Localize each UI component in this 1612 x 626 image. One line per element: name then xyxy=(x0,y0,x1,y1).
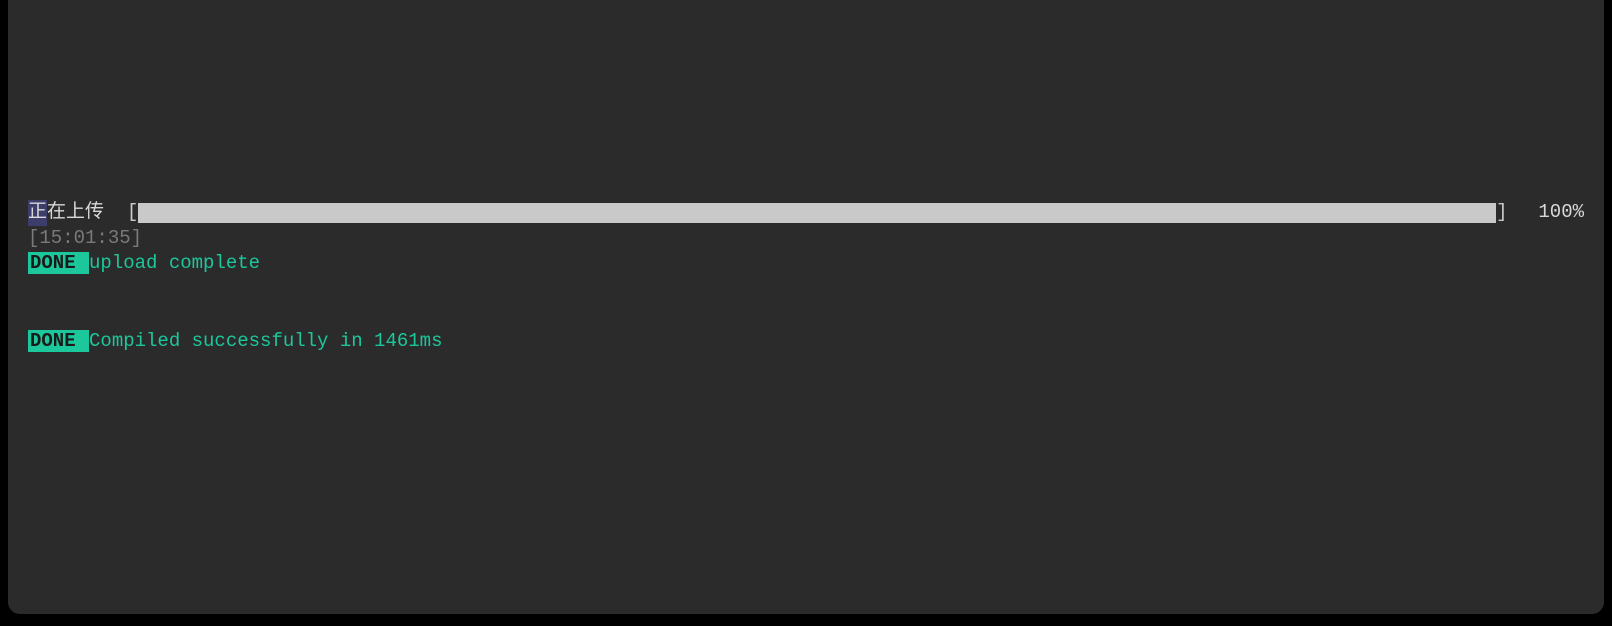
upload-complete-line: DONE upload complete xyxy=(8,251,1604,277)
timestamp-bracket-close: ] xyxy=(131,227,142,249)
timestamp-value: 15:01:35 xyxy=(39,227,130,249)
timestamp-line: [15:01:35] xyxy=(8,226,1604,252)
upload-complete-message: upload complete xyxy=(89,252,260,274)
compiled-line: DONE Compiled successfully in 1461ms xyxy=(8,329,1604,355)
progress-bracket-close: ] xyxy=(1496,200,1519,226)
progress-bar-fill xyxy=(138,203,1496,223)
upload-label: 在上传 xyxy=(47,200,115,226)
progress-bracket-open: [ xyxy=(115,200,138,226)
upload-label-highlight: 正 xyxy=(28,200,47,226)
compiled-message: Compiled successfully in 1461ms xyxy=(89,330,442,352)
terminal-window[interactable]: 正在上传 [] 100% [15:01:35] DONE upload comp… xyxy=(8,0,1604,614)
done-badge: DONE xyxy=(28,252,89,274)
blank-spacer xyxy=(8,277,1604,329)
timestamp-bracket-open: [ xyxy=(28,227,39,249)
progress-percent: 100% xyxy=(1519,200,1584,226)
done-badge: DONE xyxy=(28,330,89,352)
upload-progress-line: 正在上传 [] 100% xyxy=(8,200,1604,226)
